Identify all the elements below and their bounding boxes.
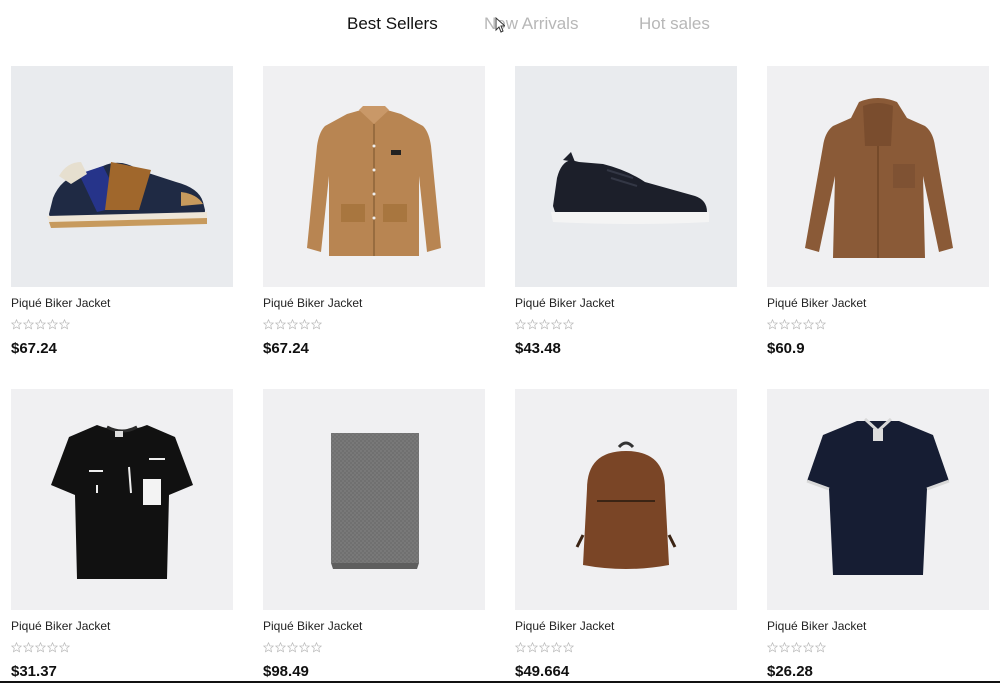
product-price: $98.49 [263, 663, 309, 680]
star-outline-icon [551, 319, 562, 330]
star-outline-icon [791, 319, 802, 330]
black-tshirt-icon [11, 389, 233, 610]
star-outline-icon [299, 642, 310, 653]
product-image[interactable] [263, 66, 485, 287]
star-outline-icon [563, 642, 574, 653]
text-cursor-icon [495, 17, 505, 33]
star-outline-icon [815, 319, 826, 330]
rating-stars [767, 319, 989, 331]
brown-hoodie-icon [767, 66, 989, 287]
star-outline-icon [311, 642, 322, 653]
product-image[interactable] [263, 389, 485, 610]
star-outline-icon [515, 642, 526, 653]
rating-stars [515, 319, 737, 331]
star-outline-icon [539, 642, 550, 653]
star-outline-icon [803, 642, 814, 653]
star-outline-icon [815, 642, 826, 653]
star-outline-icon [791, 642, 802, 653]
rating-stars [11, 642, 233, 654]
product-name[interactable]: Piqué Biker Jacket [263, 619, 485, 633]
product-card[interactable]: Piqué Biker Jacket $43.48 [515, 66, 737, 372]
star-outline-icon [527, 319, 538, 330]
star-outline-icon [23, 319, 34, 330]
star-outline-icon [11, 642, 22, 653]
star-outline-icon [539, 319, 550, 330]
navy-polo-icon [767, 389, 989, 610]
tab-best-sellers[interactable]: Best Sellers [347, 12, 438, 36]
star-outline-icon [527, 642, 538, 653]
rating-stars [263, 319, 485, 331]
product-card[interactable]: Piqué Biker Jacket $60.9 [767, 66, 989, 372]
product-card[interactable]: Piqué Biker Jacket $98.49 [263, 389, 485, 683]
star-outline-icon [11, 319, 22, 330]
star-outline-icon [551, 642, 562, 653]
tan-jacket-icon [263, 66, 485, 287]
star-outline-icon [779, 642, 790, 653]
product-card[interactable]: Piqué Biker Jacket $67.24 [263, 66, 485, 372]
product-grid: Piqué Biker Jacket $67.24 Piqué Biker Ja… [11, 66, 989, 683]
star-outline-icon [35, 642, 46, 653]
tab-hot-sales[interactable]: Hot sales [639, 12, 710, 36]
product-price: $60.9 [767, 340, 805, 357]
product-price: $67.24 [11, 340, 57, 357]
product-image[interactable] [11, 389, 233, 610]
product-card[interactable]: Piqué Biker Jacket $26.28 [767, 389, 989, 683]
star-outline-icon [767, 642, 778, 653]
product-name[interactable]: Piqué Biker Jacket [11, 296, 233, 310]
grey-scarf-icon [263, 389, 485, 610]
product-card[interactable]: Piqué Biker Jacket $67.24 [11, 66, 233, 372]
product-name[interactable]: Piqué Biker Jacket [767, 296, 989, 310]
black-sneaker-icon [515, 66, 737, 287]
star-outline-icon [47, 319, 58, 330]
rating-stars [11, 319, 233, 331]
star-outline-icon [563, 319, 574, 330]
product-name[interactable]: Piqué Biker Jacket [11, 619, 233, 633]
brown-backpack-icon [515, 389, 737, 610]
star-outline-icon [275, 642, 286, 653]
star-outline-icon [287, 642, 298, 653]
product-image[interactable] [767, 66, 989, 287]
star-outline-icon [779, 319, 790, 330]
star-outline-icon [299, 319, 310, 330]
product-image[interactable] [11, 66, 233, 287]
sneaker-blue-icon [11, 66, 233, 287]
star-outline-icon [287, 319, 298, 330]
product-image[interactable] [767, 389, 989, 610]
star-outline-icon [59, 319, 70, 330]
product-price: $43.48 [515, 340, 561, 357]
rating-stars [515, 642, 737, 654]
rating-stars [263, 642, 485, 654]
product-showcase: Best Sellers New Arrivals Hot sales Piqu… [0, 0, 1000, 683]
star-outline-icon [275, 319, 286, 330]
star-outline-icon [515, 319, 526, 330]
star-outline-icon [803, 319, 814, 330]
rating-stars [767, 642, 989, 654]
star-outline-icon [59, 642, 70, 653]
star-outline-icon [767, 319, 778, 330]
product-price: $31.37 [11, 663, 57, 680]
product-name[interactable]: Piqué Biker Jacket [515, 619, 737, 633]
product-card[interactable]: Piqué Biker Jacket $49.664 [515, 389, 737, 683]
product-image[interactable] [515, 66, 737, 287]
star-outline-icon [23, 642, 34, 653]
product-card[interactable]: Piqué Biker Jacket $31.37 [11, 389, 233, 683]
star-outline-icon [263, 319, 274, 330]
star-outline-icon [47, 642, 58, 653]
star-outline-icon [311, 319, 322, 330]
product-price: $49.664 [515, 663, 570, 680]
product-name[interactable]: Piqué Biker Jacket [767, 619, 989, 633]
product-name[interactable]: Piqué Biker Jacket [263, 296, 485, 310]
product-name[interactable]: Piqué Biker Jacket [515, 296, 737, 310]
star-outline-icon [35, 319, 46, 330]
product-price: $67.24 [263, 340, 309, 357]
product-price: $26.28 [767, 663, 813, 680]
star-outline-icon [263, 642, 274, 653]
product-image[interactable] [515, 389, 737, 610]
